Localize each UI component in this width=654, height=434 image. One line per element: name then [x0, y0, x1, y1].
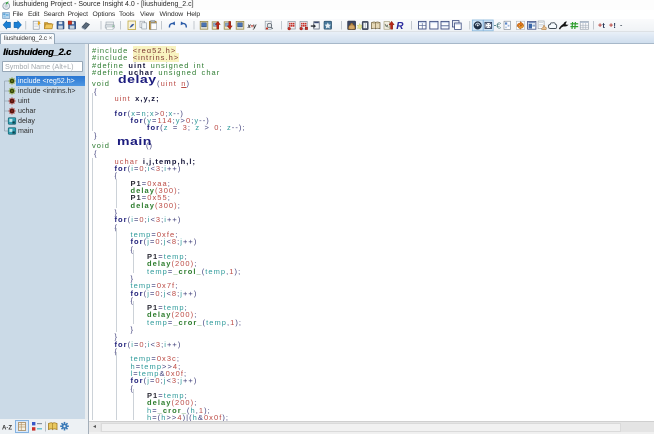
svg-text:!: ! [613, 21, 616, 30]
svg-text:R: R [396, 21, 404, 32]
svg-text:y: y [252, 24, 257, 30]
svg-text:-: - [620, 23, 623, 30]
svg-text:t: t [602, 21, 605, 30]
svg-text:A·Z: A·Z [2, 426, 12, 432]
svg-text:€: € [496, 21, 501, 31]
